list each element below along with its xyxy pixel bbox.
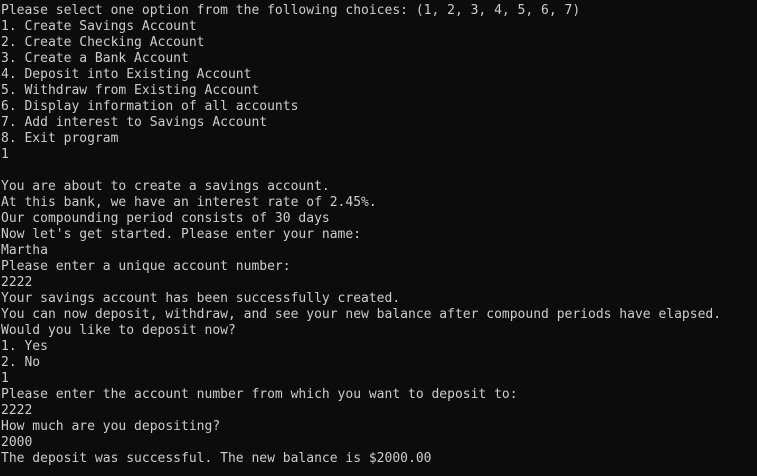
console-line-output: At this bank, we have an interest rate o… [1,195,377,210]
console-line-menu-option: 5. Withdraw from Existing Account [1,83,260,98]
console-line-user-input: 1 [1,147,9,162]
console-line-output: You are about to create a savings accoun… [1,179,330,194]
console-line-user-input: 1 [1,371,9,386]
console-line-menu-option: 1. Yes [1,339,48,354]
console-line-prompt: Please select one option from the follow… [1,3,581,18]
console-line-output: You can now deposit, withdraw, and see y… [1,307,722,322]
console-line-prompt: How much are you depositing? [1,419,221,434]
console-line-prompt: Please enter a unique account number: [1,259,291,274]
console-line-menu-option: 4. Deposit into Existing Account [1,67,252,82]
console-line-output: Your savings account has been successful… [1,291,401,306]
console-line-output: Our compounding period consists of 30 da… [1,211,330,226]
console-line-menu-option: 6. Display information of all accounts [1,99,299,114]
console-line-menu-option: 8. Exit program [1,131,119,146]
console-line-prompt: Please enter the account number from whi… [1,387,518,402]
console-line-menu-option: 2. No [1,355,41,370]
console-line-menu-option: 2. Create Checking Account [1,35,205,50]
console-line-menu-option: 3. Create a Bank Account [1,51,189,66]
console-line-prompt: Now let's get started. Please enter your… [1,227,362,242]
console-line-user-input: Martha [1,243,48,258]
console-output: Please select one option from the follow… [0,0,757,476]
console-line-menu-option: 1. Create Savings Account [1,19,197,34]
console-line-output: The deposit was successful. The new bala… [1,451,432,466]
console-line-menu-option: 7. Add interest to Savings Account [1,115,268,130]
console-line-user-input: 2222 [1,403,33,418]
console-line-user-input: 2000 [1,435,33,450]
console-line-user-input: 2222 [1,275,33,290]
console-line-prompt: Would you like to deposit now? [1,323,236,338]
